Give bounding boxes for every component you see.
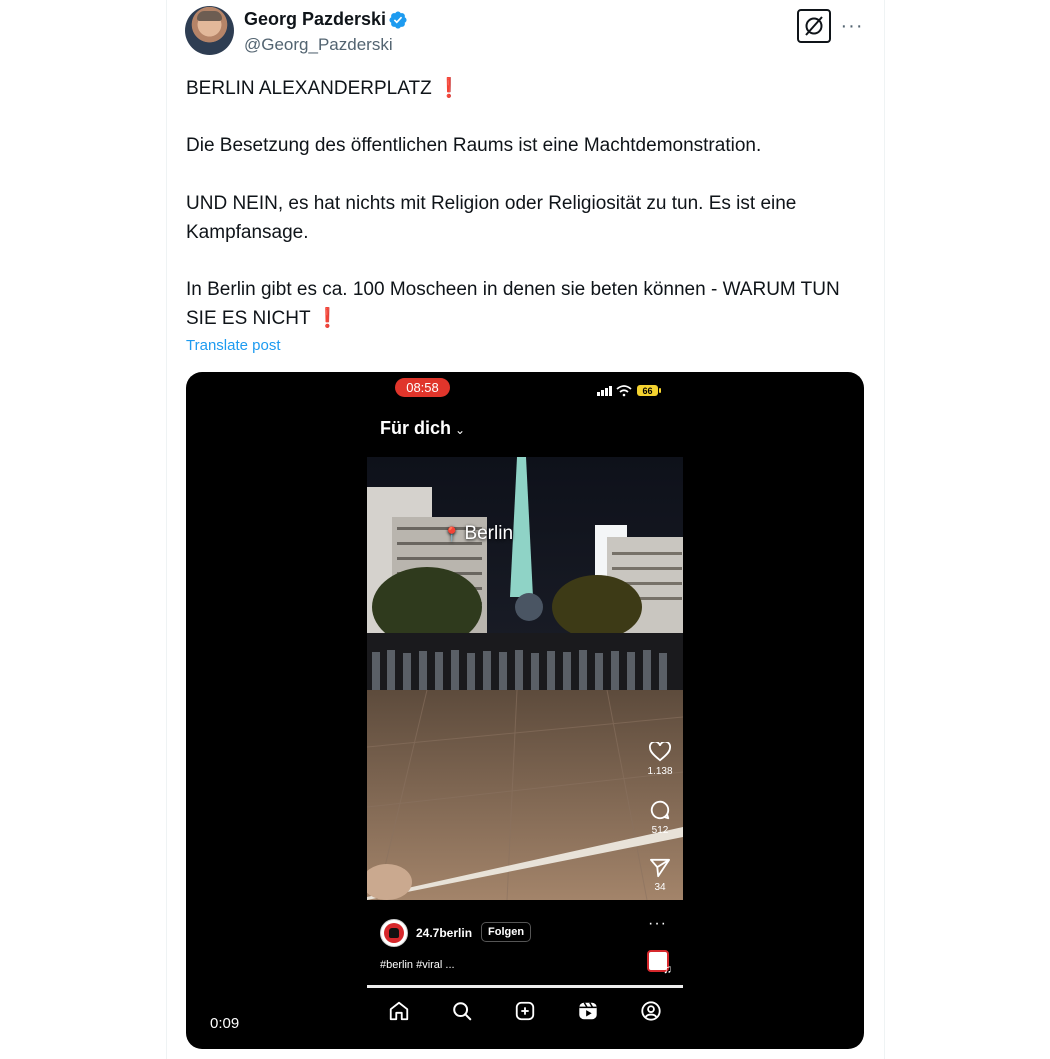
exclamation-icon: ❗ (436, 78, 461, 99)
tweet-text-line-1: BERLIN ALEXANDERPLATZ ❗ (186, 74, 866, 103)
reel-author-avatar[interactable] (380, 919, 408, 947)
signal-icon (597, 386, 612, 396)
location-sticker: 📍 Berlin (443, 522, 513, 546)
tweet-text-line-3: UND NEIN, es hat nichts mit Religion ode… (186, 193, 797, 243)
tweet-question: In Berlin gibt es ca. 100 Moscheen in de… (186, 279, 840, 329)
tweet-text-line-4: In Berlin gibt es ca. 100 Moscheen in de… (186, 275, 866, 333)
translate-post-link[interactable]: Translate post (186, 336, 281, 356)
embedded-phone-recording: 08:58 66 Für dich ⌄ 📍 Berlin 1.138 512 3… (367, 372, 683, 1049)
timeline-border-left (166, 0, 167, 1059)
heart-icon (649, 742, 671, 762)
reel-progress-track (367, 985, 683, 988)
grok-button[interactable] (797, 9, 831, 43)
chevron-down-icon: ⌄ (455, 423, 466, 437)
wifi-icon (616, 385, 632, 393)
author-name[interactable]: Georg Pazderski (244, 8, 386, 30)
music-note-icon: ♫ (663, 962, 672, 976)
follow-button[interactable]: Folgen (481, 922, 532, 942)
share-count: 34 (654, 882, 666, 893)
berlin-bear-icon (389, 928, 399, 938)
search-icon[interactable] (451, 1000, 473, 1022)
tweet-text-line-2: Die Besetzung des öffentlichen Raums ist… (186, 135, 762, 156)
share-action[interactable]: 34 (643, 858, 677, 894)
comment-action[interactable]: 512 (643, 799, 677, 837)
video-frame: 📍 Berlin (367, 457, 683, 900)
more-horizontal-icon: ··· (840, 14, 864, 37)
status-bar-icons: 66 (597, 385, 661, 397)
create-icon[interactable] (514, 1000, 536, 1022)
reel-author-row: 24.7berlin Folgen (380, 919, 680, 947)
feed-tab-for-you[interactable]: Für dich ⌄ (380, 416, 465, 442)
reel-progress-fill (367, 985, 683, 988)
reel-author-name[interactable]: 24.7berlin (416, 925, 472, 941)
tweet-heading: BERLIN ALEXANDERPLATZ (186, 78, 432, 99)
battery-icon: 66 (637, 385, 661, 396)
exclamation-icon: ❗ (315, 308, 340, 329)
profile-icon[interactable] (640, 1000, 662, 1022)
location-pin-icon: 📍 (443, 526, 461, 542)
grok-icon (805, 16, 823, 36)
feed-title: Für dich (380, 418, 451, 438)
video-timestamp: 0:09 (210, 1015, 240, 1032)
home-icon[interactable] (388, 1000, 410, 1022)
like-count: 1.138 (647, 766, 673, 777)
comment-icon (650, 800, 670, 820)
night-square-scene (367, 457, 683, 900)
author-avatar[interactable] (185, 6, 234, 55)
battery-level: 66 (642, 386, 652, 396)
comment-count: 512 (651, 825, 669, 836)
more-options-button[interactable]: ··· (838, 14, 866, 38)
send-icon (650, 858, 670, 878)
reel-caption[interactable]: #berlin #viral ... (380, 958, 455, 972)
reels-icon[interactable] (577, 1000, 599, 1022)
timeline-border-right (884, 0, 885, 1059)
status-time: 08:58 (395, 378, 450, 397)
author-handle[interactable]: @Georg_Pazderski (244, 34, 393, 56)
verified-badge-icon (389, 11, 407, 29)
like-action[interactable]: 1.138 (643, 742, 677, 778)
video-player[interactable]: 08:58 66 Für dich ⌄ 📍 Berlin 1.138 512 3… (186, 372, 864, 1049)
location-text: Berlin (464, 523, 514, 544)
app-bottom-nav (367, 985, 683, 1049)
